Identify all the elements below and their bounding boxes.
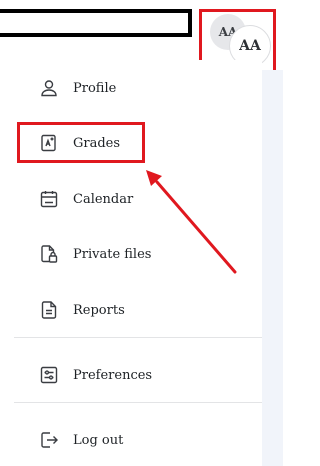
private-files-icon (39, 244, 59, 264)
reports-icon (39, 300, 59, 320)
menu-item-calendar[interactable]: Calendar (14, 181, 262, 217)
user-dropdown-menu: Profile Grades Calendar Private files Re… (14, 60, 262, 466)
preferences-icon (39, 365, 59, 385)
menu-item-label: Reports (73, 302, 125, 318)
page-side-strip (262, 70, 283, 466)
grades-highlight-box (17, 122, 145, 163)
calendar-icon (39, 189, 59, 209)
menu-item-reports[interactable]: Reports (14, 292, 262, 328)
menu-item-label: Private files (73, 246, 152, 262)
menu-item-label: Profile (73, 80, 117, 96)
menu-item-log-out[interactable]: Log out (14, 422, 262, 458)
menu-item-profile[interactable]: Profile (14, 70, 262, 106)
menu-item-private-files[interactable]: Private files (14, 236, 262, 272)
log-out-icon (39, 430, 59, 450)
redacted-search-bar (0, 9, 192, 37)
menu-divider (14, 337, 262, 338)
menu-item-label: Preferences (73, 367, 153, 383)
menu-item-label: Log out (73, 432, 124, 448)
menu-item-preferences[interactable]: Preferences (14, 357, 262, 393)
user-icon (39, 78, 59, 98)
menu-divider (14, 402, 262, 403)
menu-item-label: Calendar (73, 191, 134, 207)
